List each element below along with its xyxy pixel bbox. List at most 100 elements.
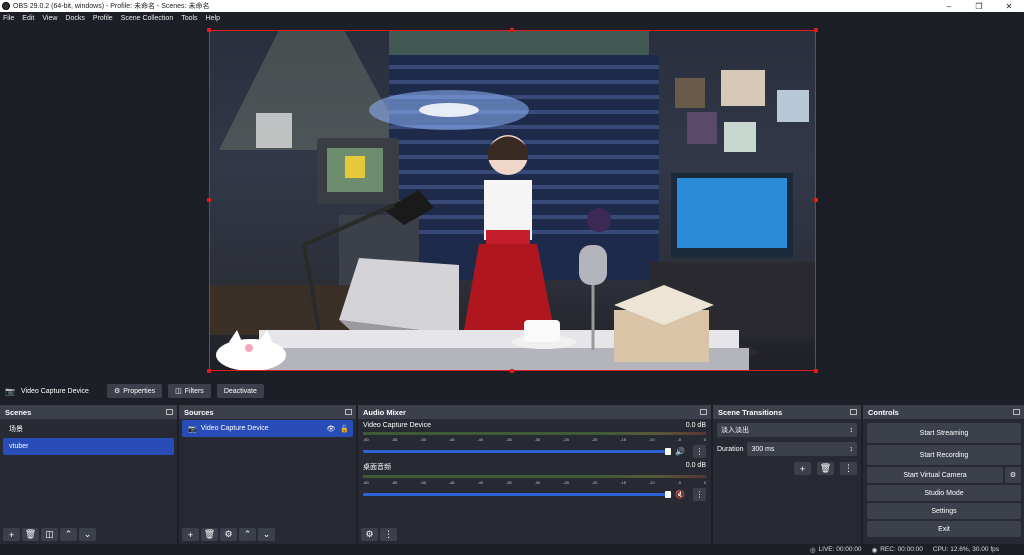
resize-handle-top[interactable] — [510, 28, 514, 32]
start-streaming-button[interactable]: Start Streaming — [867, 423, 1021, 443]
menu-view[interactable]: View — [42, 15, 57, 22]
move-up-icon[interactable]: ⌃ — [60, 528, 77, 541]
channel-name: 桌面音频 — [363, 464, 391, 471]
preview-area[interactable] — [0, 25, 1024, 380]
scene-filters-icon[interactable]: ◫ — [41, 528, 58, 541]
trash-icon[interactable]: 🗑 — [817, 462, 834, 475]
channel-db: 0.0 dB — [685, 422, 706, 429]
title-bar: OBS 29.0.2 (64-bit, windows) - Profile: … — [0, 0, 1024, 12]
start-virtual-camera-label: Start Virtual Camera — [903, 471, 967, 479]
speaker-muted-icon[interactable]: 🔇 — [675, 490, 687, 499]
move-up-icon[interactable]: ⌃ — [239, 528, 256, 541]
menu-docks[interactable]: Docks — [65, 15, 84, 22]
maximize-icon[interactable]: ❐ — [964, 0, 994, 12]
volume-meter — [363, 475, 706, 478]
start-recording-label: Start Recording — [919, 451, 969, 459]
chevron-updown-icon: ↕ — [849, 426, 854, 434]
settings-button[interactable]: Settings — [867, 503, 1021, 519]
trash-icon[interactable]: 🗑 — [22, 528, 39, 541]
resize-handle-top-left[interactable] — [207, 28, 211, 32]
filter-icon: ◫ — [175, 388, 182, 395]
lock-icon[interactable]: 🔓 — [340, 425, 349, 433]
volume-meter — [363, 432, 706, 435]
more-options-icon[interactable]: ⋮ — [693, 488, 706, 501]
undock-icon[interactable] — [345, 409, 352, 415]
menu-profile[interactable]: Profile — [93, 15, 113, 22]
properties-button[interactable]: ⚙ Properties — [106, 384, 163, 398]
menu-file[interactable]: File — [3, 15, 14, 22]
start-recording-button[interactable]: Start Recording — [867, 445, 1021, 465]
controls-title: Controls — [868, 407, 899, 417]
menu-help[interactable]: Help — [206, 15, 220, 22]
resize-handle-bottom-right[interactable] — [814, 369, 818, 373]
more-options-icon[interactable]: ⋮ — [380, 528, 397, 541]
volume-slider-handle[interactable] — [665, 491, 671, 498]
exit-label: Exit — [938, 525, 950, 533]
meter-ticks: -60 -55 -50 -45 -40 -35 -30 -25 -20 -15 -10 -5 0 — [363, 437, 706, 442]
resize-handle-bottom-left[interactable] — [207, 369, 211, 373]
menu-scene-collection[interactable]: Scene Collection — [121, 15, 174, 22]
source-item-label: Video Capture Device — [200, 425, 269, 432]
minimize-icon[interactable]: – — [934, 0, 964, 12]
sources-title: Sources — [184, 407, 214, 417]
menu-tools[interactable]: Tools — [181, 15, 197, 22]
rec-time: REC: 00:00:00 — [880, 546, 923, 553]
more-options-icon[interactable]: ⋮ — [840, 462, 857, 475]
scenes-header: Scenes — [0, 405, 177, 419]
add-scene-icon[interactable]: + — [3, 528, 20, 541]
studio-mode-button[interactable]: Studio Mode — [867, 485, 1021, 501]
volume-slider[interactable] — [363, 448, 671, 455]
duration-input[interactable]: 300 ms ↕ — [747, 442, 857, 456]
cpu-status: CPU: 12.6%, 30.00 fps — [932, 546, 999, 553]
controls-dock: Controls Start Streaming Start Recording… — [863, 405, 1024, 544]
start-virtual-camera-button[interactable]: Start Virtual Camera — [867, 467, 1003, 483]
add-transition-icon[interactable]: + — [794, 462, 811, 475]
settings-label: Settings — [931, 507, 957, 515]
resize-handle-top-right[interactable] — [814, 28, 818, 32]
virtual-camera-gear-icon[interactable]: ⚙ — [1005, 467, 1021, 483]
menu-edit[interactable]: Edit — [22, 15, 34, 22]
deactivate-button[interactable]: Deactivate — [216, 384, 264, 398]
transition-select[interactable]: 淡入淡出 ↕ — [717, 423, 857, 437]
move-down-icon[interactable]: ⌄ — [258, 528, 275, 541]
more-options-icon[interactable]: ⋮ — [693, 445, 706, 458]
close-icon[interactable]: ✕ — [994, 0, 1024, 12]
filters-label: Filters — [184, 387, 204, 395]
vtuber-scene-image — [209, 30, 816, 371]
resize-handle-right[interactable] — [814, 198, 818, 202]
advanced-audio-gear-icon[interactable]: ⚙ — [361, 528, 378, 541]
trash-icon[interactable]: 🗑 — [201, 528, 218, 541]
exit-button[interactable]: Exit — [867, 521, 1021, 537]
volume-slider-handle[interactable] — [665, 448, 671, 455]
undock-icon[interactable] — [1013, 409, 1020, 415]
move-down-icon[interactable]: ⌄ — [79, 528, 96, 541]
preview-canvas[interactable] — [209, 30, 816, 371]
controls-header: Controls — [863, 405, 1024, 419]
gear-icon[interactable]: ⚙ — [220, 528, 237, 541]
scenes-title: Scenes — [5, 407, 32, 417]
channel-name: Video Capture Device — [363, 422, 431, 429]
eye-icon[interactable]: 👁 — [326, 425, 335, 433]
mixer-channel: Video Capture Device 0.0 dB -60 -55 -50 -45… — [358, 419, 711, 459]
resize-handle-bottom[interactable] — [510, 369, 514, 373]
resize-handle-left[interactable] — [207, 198, 211, 202]
selected-source: 📷 Video Capture Device — [5, 387, 89, 396]
status-bar: ◎ LIVE: 00:00:00 ◉ REC: 00:00:00 CPU: 12… — [0, 544, 1024, 555]
undock-icon[interactable] — [166, 409, 173, 415]
source-item[interactable]: 📷 Video Capture Device 👁 🔓 — [182, 420, 353, 437]
undock-icon[interactable] — [850, 409, 857, 415]
scene-item[interactable]: 场景 — [3, 420, 174, 437]
audio-mixer-title: Audio Mixer — [363, 407, 406, 417]
filters-button[interactable]: ◫ Filters — [168, 384, 211, 398]
undock-icon[interactable] — [700, 409, 707, 415]
window-title: OBS 29.0.2 (64-bit, windows) - Profile: … — [13, 3, 210, 10]
volume-slider[interactable] — [363, 491, 671, 498]
spinner-icon[interactable]: ↕ — [850, 446, 854, 453]
selected-source-name: Video Capture Device — [20, 387, 89, 395]
add-source-icon[interactable]: + — [182, 528, 199, 541]
speaker-icon[interactable]: 🔊 — [675, 447, 687, 456]
mixer-channel: 桌面音频 0.0 dB -60 -55 -50 -45 -40 -35 -30 -25 -20-… — [358, 459, 711, 501]
gear-icon: ⚙ — [113, 388, 121, 395]
sources-header: Sources — [179, 405, 356, 419]
scene-item[interactable]: vtuber — [3, 438, 174, 455]
